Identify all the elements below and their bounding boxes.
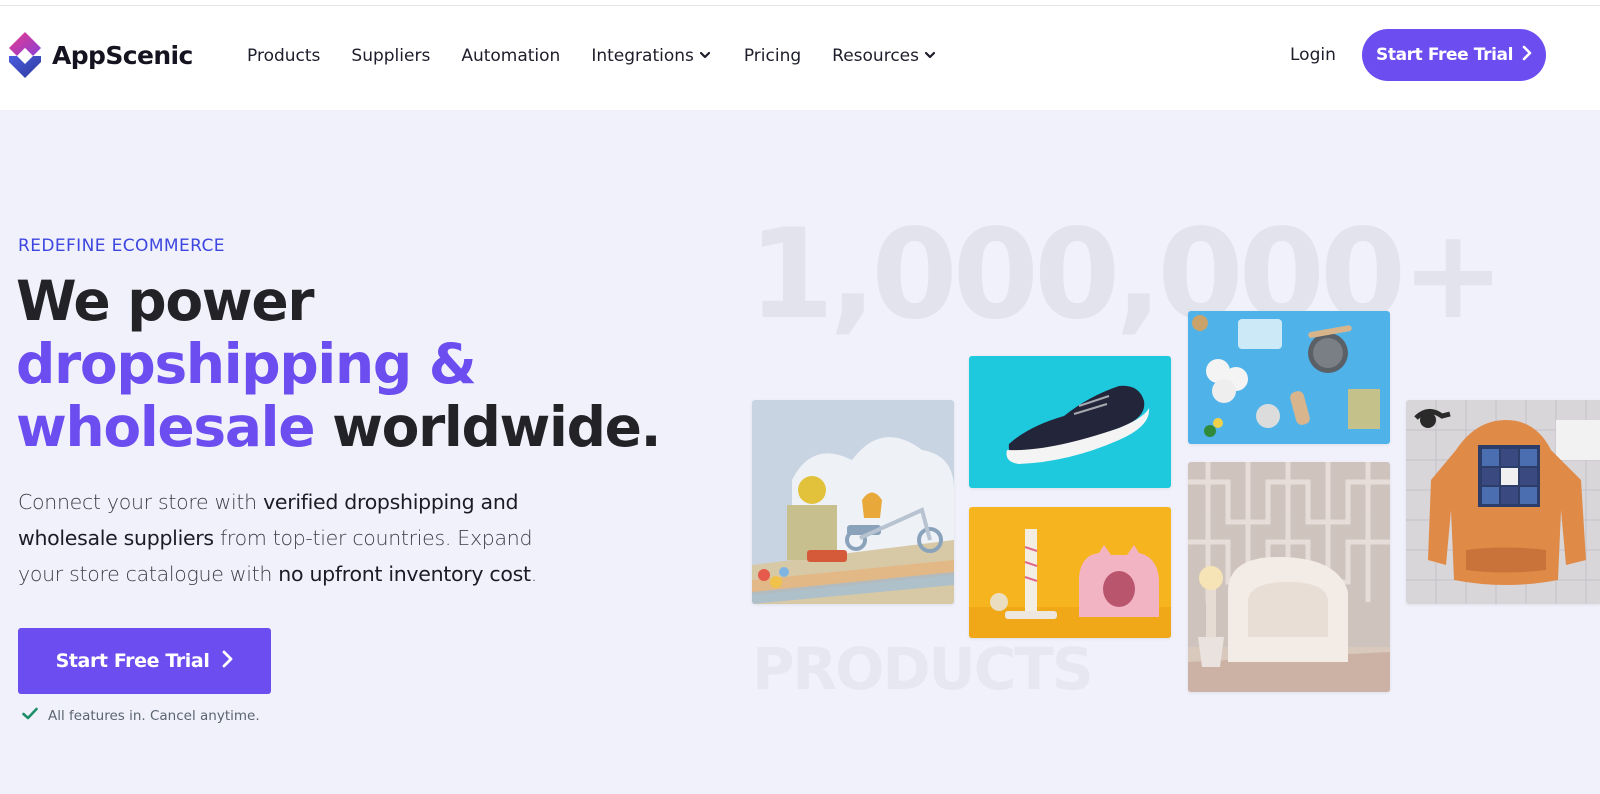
button-label: Start Free Trial [1376,45,1513,65]
hoodie-image [1406,400,1600,604]
armchair-image [1188,462,1390,692]
trial-note: All features in. Cancel anytime. [22,707,260,724]
header-start-trial-button[interactable]: Start Free Trial [1362,29,1546,81]
main-nav: Products Suppliers Automation Integratio… [247,46,938,66]
brand-logo[interactable]: AppScenic [6,30,193,80]
login-link[interactable]: Login [1290,45,1336,65]
appscenic-logo-icon [6,30,44,80]
nav-item-products[interactable]: Products [247,46,320,66]
desc-bold-2: no upfront inventory cost [278,562,531,586]
button-label: Start Free Trial [55,650,210,672]
nav-item-label: Suppliers [351,46,431,66]
nav-item-label: Automation [461,46,561,66]
beauty-products-image [1188,311,1390,444]
chevron-right-icon [1522,45,1532,66]
nav-item-pricing[interactable]: Pricing [744,46,801,66]
hero-eyebrow: REDEFINE ECOMMERCE [18,236,225,256]
kids-toys-image [752,400,954,604]
headline-line-1: We power [16,269,314,333]
chevron-right-icon [222,650,233,673]
chevron-down-icon [699,49,713,63]
nav-item-resources[interactable]: Resources [832,46,938,66]
products-watermark: PRODUCTS [752,635,1094,703]
hero-start-trial-button[interactable]: Start Free Trial [18,628,271,694]
nav-item-label: Resources [832,46,919,66]
hero-description: Connect your store with verified dropshi… [18,484,578,592]
site-header: AppScenic Products Suppliers Automation … [0,6,1600,110]
desc-text-1: Connect your store with [18,490,264,514]
headline-highlight-2: wholesale [16,395,316,459]
nav-item-suppliers[interactable]: Suppliers [351,46,430,66]
brand-name: AppScenic [52,40,193,70]
sneaker-image [969,356,1171,488]
headline-rest: worldwide. [332,395,661,459]
nav-item-integrations[interactable]: Integrations [591,46,713,66]
nav-item-label: Products [247,46,321,66]
check-icon [22,707,38,724]
hero-headline: We power dropshipping & wholesale worldw… [16,270,696,459]
headline-highlight-1: dropshipping & [16,332,477,396]
nav-item-automation[interactable]: Automation [461,46,560,66]
desc-text-3: . [530,562,538,586]
chevron-down-icon [924,49,938,63]
nav-item-label: Integrations [591,46,694,66]
trial-note-text: All features in. Cancel anytime. [48,707,260,724]
pet-scratcher-image [969,507,1171,638]
nav-item-label: Pricing [743,46,802,66]
